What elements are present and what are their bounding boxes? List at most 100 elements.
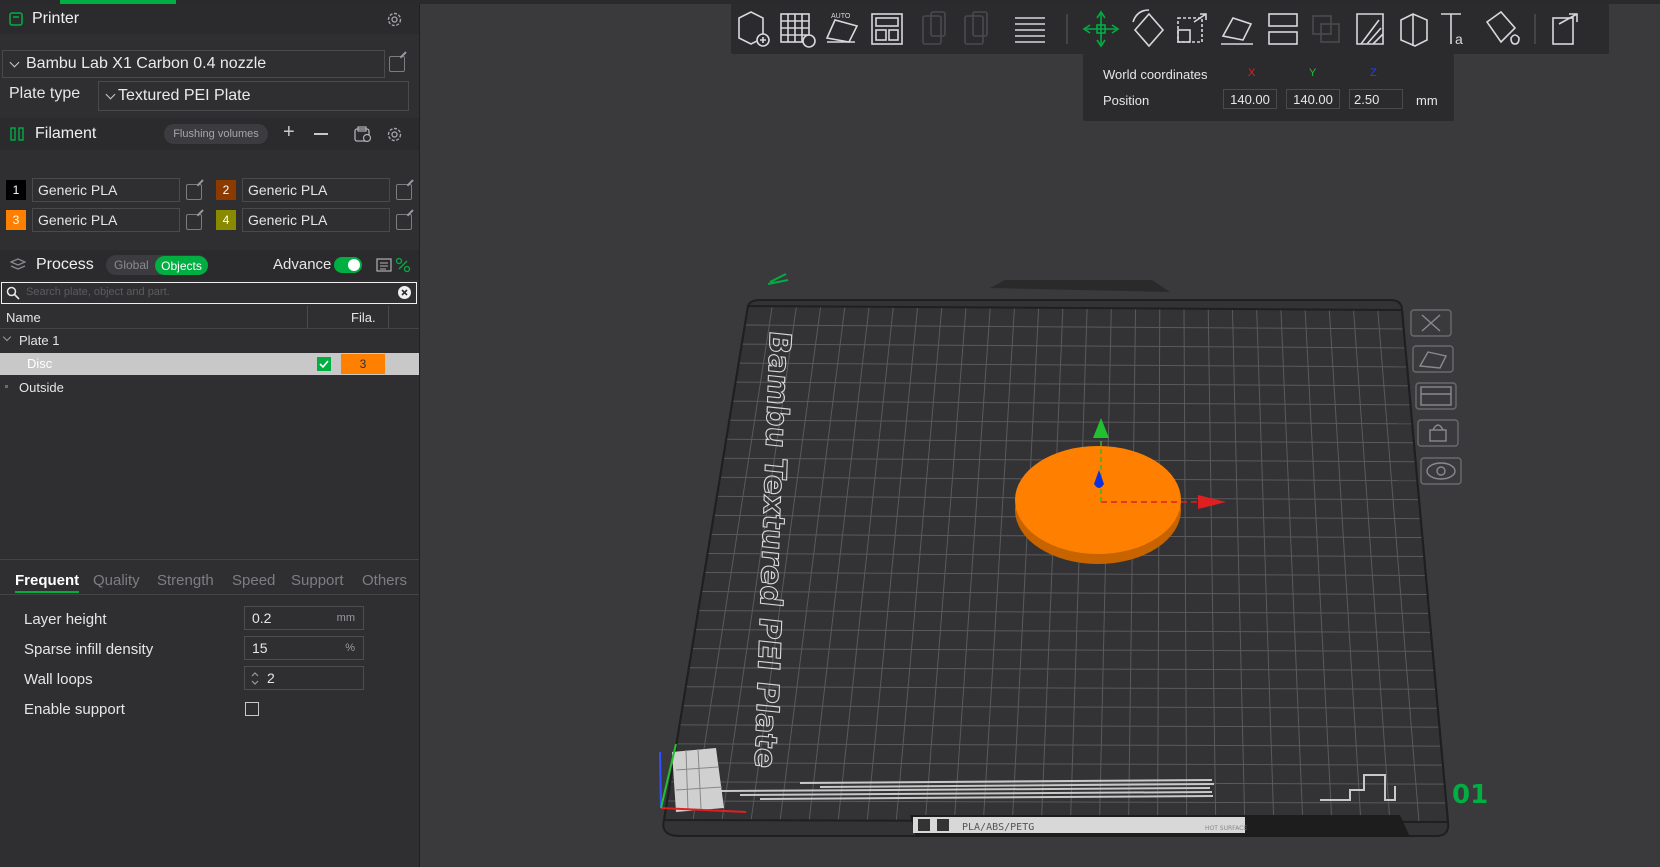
edit-pencil-icon[interactable] bbox=[767, 273, 789, 285]
remove-filament-icon[interactable] bbox=[314, 133, 328, 135]
split-parts-icon bbox=[964, 11, 988, 45]
move-tool-icon[interactable] bbox=[1082, 10, 1120, 48]
left-sidebar: Printer Bambu Lab X1 Carbon 0.4 nozzle P… bbox=[0, 4, 420, 867]
printer-settings-gear-icon[interactable] bbox=[386, 11, 403, 28]
world-coordinates-panel: World coordinates X Y Z Position 140.00 … bbox=[1083, 54, 1454, 121]
lock-view-icon[interactable] bbox=[1417, 419, 1459, 447]
filament-settings-gear-icon[interactable] bbox=[386, 126, 403, 143]
global-tab[interactable]: Global bbox=[114, 258, 149, 272]
filament-slot-3-select[interactable]: Generic PLA bbox=[32, 208, 180, 232]
tree-node-marker bbox=[5, 385, 8, 388]
plate-logo-icon bbox=[918, 819, 930, 831]
chevron-down-icon bbox=[9, 57, 20, 67]
object-search-box[interactable]: Search plate, object and part. bbox=[1, 282, 417, 304]
3d-viewport[interactable]: Bambu Textured PEI Plate PLA/ABS/PETG HO… bbox=[420, 4, 1660, 867]
layers-icon[interactable] bbox=[1015, 17, 1045, 43]
object-filament-selector[interactable]: 3 bbox=[341, 354, 385, 374]
support-paint-icon[interactable] bbox=[1356, 13, 1384, 45]
tree-plate-label: Plate 1 bbox=[19, 333, 60, 348]
divider bbox=[0, 559, 419, 560]
color-paint-icon[interactable] bbox=[1485, 10, 1520, 45]
layer-height-value: 0.2 bbox=[252, 610, 272, 626]
filament-slot-4-badge[interactable]: 4 bbox=[216, 210, 236, 230]
filament-title: Filament bbox=[35, 125, 97, 142]
rotate-tool-icon[interactable] bbox=[1132, 9, 1165, 48]
text-tool-icon[interactable]: a bbox=[1441, 13, 1463, 47]
close-view-icon[interactable] bbox=[1410, 309, 1452, 337]
tree-row-outside[interactable]: Outside bbox=[0, 377, 419, 399]
advance-label: Advance bbox=[273, 256, 332, 273]
edit-filament-2-icon[interactable] bbox=[396, 184, 412, 200]
process-list-icon[interactable] bbox=[376, 257, 392, 273]
filament-slot-1-badge[interactable]: 1 bbox=[6, 180, 26, 200]
auto-orient-icon[interactable]: AUTO bbox=[825, 13, 859, 43]
tab-frequent[interactable]: Frequent bbox=[15, 572, 79, 589]
spin-arrows-icon[interactable] bbox=[250, 670, 260, 687]
printer-preset-select[interactable]: Bambu Lab X1 Carbon 0.4 nozzle bbox=[2, 50, 385, 78]
filament-slot-2-badge[interactable]: 2 bbox=[216, 180, 236, 200]
filament-sync-icon[interactable] bbox=[354, 126, 372, 143]
tree-expand-chevron-icon[interactable] bbox=[2, 332, 12, 342]
edit-filament-4-icon[interactable] bbox=[396, 214, 412, 230]
filament-slot-4-select[interactable]: Generic PLA bbox=[242, 208, 390, 232]
object-printable-checkbox[interactable] bbox=[317, 357, 331, 371]
scale-tool-icon[interactable] bbox=[1177, 13, 1207, 43]
measure-tool-icon[interactable] bbox=[1552, 13, 1578, 45]
add-object-icon[interactable] bbox=[738, 11, 770, 47]
plate-type-label: Plate type bbox=[9, 85, 81, 102]
position-x-input[interactable]: 140.00 bbox=[1223, 89, 1277, 109]
tab-support[interactable]: Support bbox=[291, 572, 344, 589]
cut-tool-icon[interactable] bbox=[1268, 13, 1298, 45]
filament-section-header: Filament Flushing volumes + bbox=[0, 118, 419, 150]
edit-filament-3-icon[interactable] bbox=[186, 214, 202, 230]
disc-object[interactable] bbox=[1015, 446, 1181, 554]
plate-type-select[interactable]: Textured PEI Plate bbox=[98, 81, 409, 111]
clear-search-icon[interactable] bbox=[397, 285, 412, 300]
infill-density-input[interactable]: 15 % bbox=[244, 636, 364, 660]
hot-surface-text: HOT SURFACE bbox=[1205, 825, 1247, 832]
plate-number: 01 bbox=[1452, 780, 1488, 810]
edit-filament-1-icon[interactable] bbox=[186, 184, 202, 200]
infill-density-label: Sparse infill density bbox=[24, 641, 154, 658]
seam-paint-icon[interactable] bbox=[1400, 13, 1428, 47]
process-section-header: Process Global Objects Advance bbox=[0, 250, 419, 280]
tab-strength[interactable]: Strength bbox=[157, 572, 214, 589]
tree-row-plate[interactable]: Plate 1 bbox=[0, 330, 419, 352]
edit-printer-preset-icon[interactable] bbox=[389, 56, 405, 72]
position-z-input[interactable]: 2.50 bbox=[1349, 89, 1403, 109]
wall-loops-value: 2 bbox=[267, 670, 275, 686]
layer-height-input[interactable]: 0.2 mm bbox=[244, 606, 364, 630]
wall-loops-label: Wall loops bbox=[24, 671, 93, 688]
position-y-input[interactable]: 140.00 bbox=[1286, 89, 1340, 109]
check-icon bbox=[319, 360, 329, 369]
split-objects-icon bbox=[922, 11, 946, 45]
add-filament-icon[interactable]: + bbox=[283, 121, 295, 144]
advance-toggle[interactable] bbox=[334, 257, 362, 273]
filament-slot-2-select[interactable]: Generic PLA bbox=[242, 178, 390, 202]
filament-slot-1-select[interactable]: Generic PLA bbox=[32, 178, 180, 202]
boolean-tool-icon bbox=[1312, 15, 1340, 43]
layer-height-unit: mm bbox=[336, 612, 355, 624]
wall-loops-stepper[interactable]: 2 bbox=[244, 666, 364, 690]
arrange-icon[interactable] bbox=[871, 13, 903, 45]
tab-others[interactable]: Others bbox=[362, 572, 407, 589]
tab-quality[interactable]: Quality bbox=[93, 572, 140, 589]
lay-on-face-icon[interactable] bbox=[1221, 17, 1253, 45]
flushing-volumes-button[interactable]: Flushing volumes bbox=[164, 124, 268, 144]
visibility-eye-icon[interactable] bbox=[1420, 457, 1462, 485]
tree-row-disc[interactable]: Disc 3 bbox=[0, 353, 419, 375]
objects-tab[interactable]: Objects bbox=[155, 256, 208, 275]
enable-support-checkbox[interactable] bbox=[245, 702, 259, 716]
column-name-header[interactable]: Name bbox=[6, 310, 41, 325]
layer-height-label: Layer height bbox=[24, 611, 107, 628]
plate-handle bbox=[990, 280, 1170, 292]
add-plate-icon[interactable] bbox=[780, 13, 816, 48]
column-fila-header[interactable]: Fila. bbox=[351, 310, 376, 325]
toggle-knob bbox=[348, 259, 360, 271]
search-icon bbox=[6, 286, 20, 300]
tab-speed[interactable]: Speed bbox=[232, 572, 275, 589]
orient-view-icon[interactable] bbox=[1412, 345, 1454, 373]
arrange-view-icon[interactable] bbox=[1415, 382, 1457, 410]
process-compare-icon[interactable] bbox=[395, 257, 411, 273]
filament-slot-3-badge[interactable]: 3 bbox=[6, 210, 26, 230]
